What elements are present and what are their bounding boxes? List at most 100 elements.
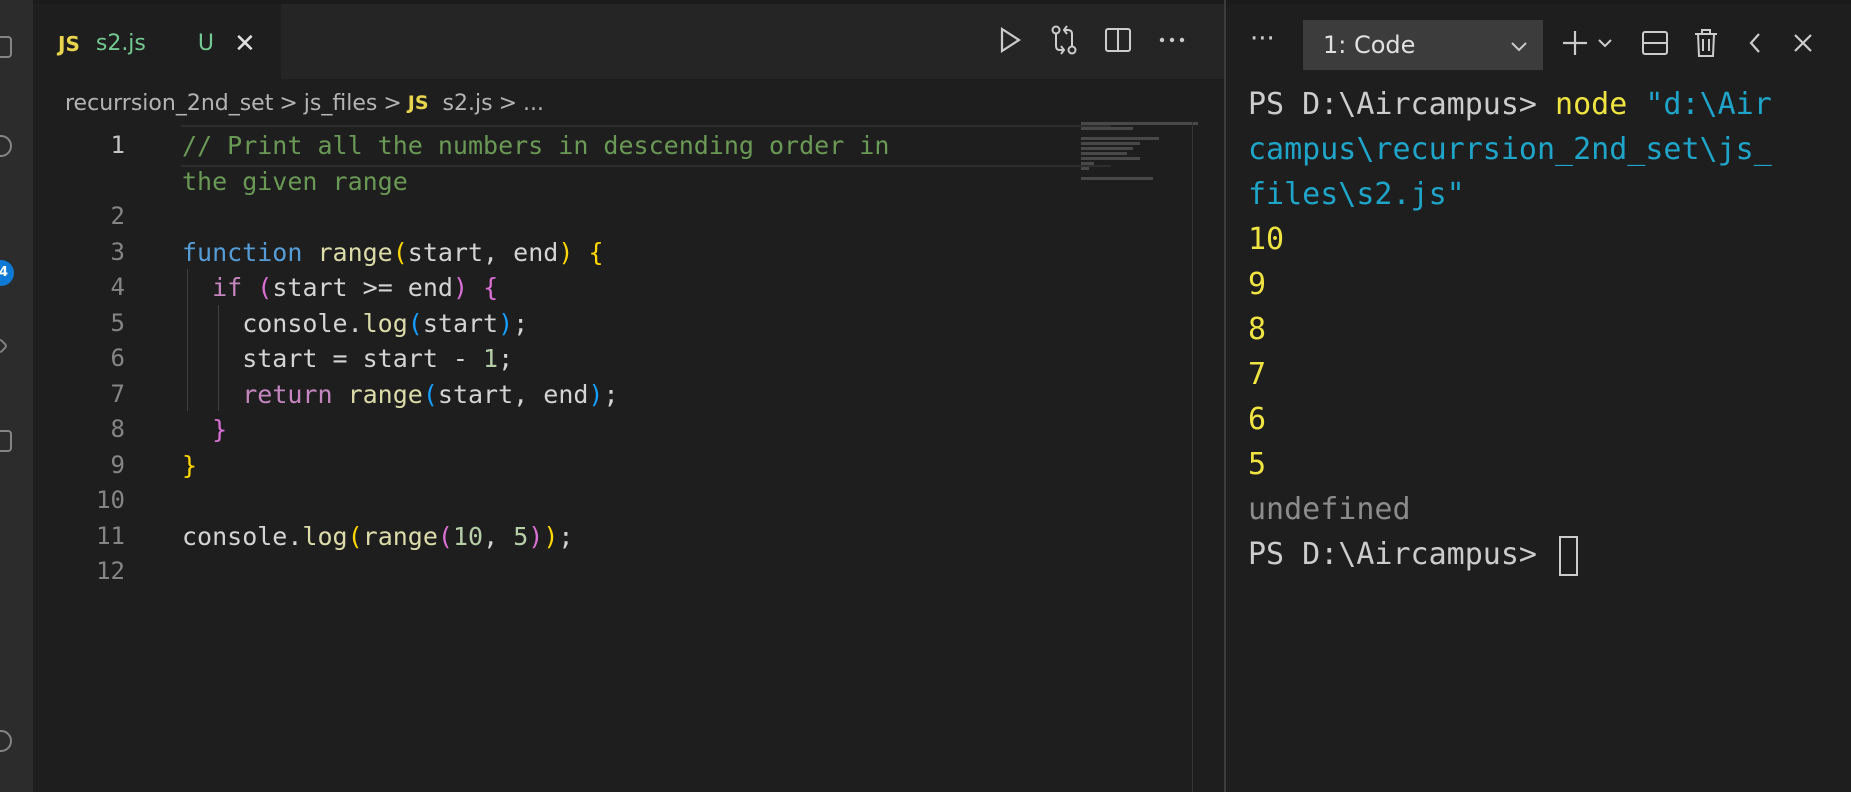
minimap-line [1081, 147, 1133, 150]
terminal-header: ··· 1: Code [1226, 0, 1851, 79]
code-token: range [332, 379, 423, 409]
minimap-line [1081, 177, 1153, 180]
terminal-text: 7 [1248, 357, 1267, 392]
code-text: } [182, 415, 227, 444]
line-number: 8 [110, 415, 125, 443]
terminal-text: PS D:\Aircampus> [1248, 537, 1556, 572]
explorer-icon[interactable] [0, 36, 12, 58]
breadcrumb-item-file[interactable]: s2.js [443, 91, 493, 116]
terminal-line: 7 [1248, 352, 1848, 397]
code-token: ; [603, 379, 619, 409]
breadcrumb: recurrsion_2nd_set > js_files > JS s2.js… [65, 88, 544, 118]
line-number: 10 [96, 486, 125, 514]
terminal-output[interactable]: PS D:\Aircampus> node "d:\Air campus\recu… [1248, 82, 1848, 577]
code-text: function range(start, end) { [182, 238, 604, 267]
code-text: if (start >= end) { [182, 273, 498, 302]
code-text: the given range [182, 167, 408, 196]
code-token: start, end [437, 379, 589, 409]
javascript-file-icon: JS [407, 92, 429, 114]
line-number: 1 [110, 131, 125, 159]
breadcrumb-item-symbol[interactable]: ... [523, 91, 544, 116]
code-token: start, end [407, 237, 559, 267]
code-token: ( [347, 521, 363, 551]
plus-icon[interactable] [1561, 26, 1589, 60]
chevron-left-icon[interactable] [1747, 26, 1763, 60]
terminal-cursor [1559, 535, 1579, 576]
terminal-text: 10 [1248, 222, 1285, 257]
terminal-text: 8 [1248, 312, 1267, 347]
split-editor-icon[interactable] [1102, 22, 1134, 58]
minimap-line [1081, 167, 1089, 170]
chevron-down-icon [1509, 34, 1529, 62]
terminal-line: PS D:\Aircampus> [1248, 532, 1848, 577]
line-number: 7 [110, 379, 125, 408]
source-control-badge: 4 [0, 260, 14, 286]
code-token: 10 [452, 521, 484, 551]
line-number: 12 [96, 557, 125, 585]
activity-bar: 4 [0, 0, 33, 792]
code-token: start [422, 308, 499, 338]
code-text: return range(start, end); [182, 379, 619, 409]
code-token: } [212, 415, 228, 444]
more-actions-icon[interactable]: ··· [1250, 24, 1275, 54]
account-icon[interactable] [0, 730, 12, 752]
terminal-select[interactable]: 1: Code [1303, 20, 1543, 70]
close-icon[interactable] [1791, 26, 1815, 60]
indent-guide [187, 269, 188, 411]
trash-icon[interactable] [1693, 26, 1719, 60]
terminal-text: files\s2.js" [1248, 177, 1465, 212]
terminal-text: 9 [1248, 267, 1267, 302]
breadcrumb-item-subfolder[interactable]: js_files [304, 91, 378, 116]
editor-scrollbar[interactable] [1192, 122, 1224, 792]
code-token: } [182, 450, 198, 480]
tab-close-icon[interactable]: ✕ [234, 29, 256, 59]
code-token: ; [558, 521, 574, 551]
code-token: 5 [513, 521, 529, 551]
more-actions-icon[interactable] [1156, 22, 1188, 58]
tab-filename: s2.js [95, 31, 146, 56]
minimap-line [1081, 152, 1127, 155]
code-token: return [242, 379, 333, 409]
terminal-text: undefined [1248, 492, 1411, 527]
chevron-right-icon: > [498, 90, 518, 116]
terminal-line: PS D:\Aircampus> node "d:\Air [1248, 82, 1848, 127]
split-terminal-icon[interactable] [1641, 26, 1669, 60]
chevron-down-icon[interactable] [1597, 26, 1613, 60]
terminal-text: PS D:\Aircampus> [1248, 87, 1556, 122]
terminal-line: files\s2.js" [1248, 172, 1848, 217]
code-token: console. [182, 521, 303, 551]
line-number: 2 [110, 202, 125, 230]
minimap-line [1081, 122, 1198, 125]
line-number: 9 [110, 450, 125, 479]
minimap-line [1081, 137, 1159, 140]
code-token: // Print all the numbers in descending o… [182, 131, 890, 160]
run-debug-icon[interactable] [0, 337, 9, 355]
code-token: 1 [483, 344, 499, 373]
terminal-select-value: 1: Code [1323, 31, 1416, 59]
code-token: console. [182, 308, 363, 338]
code-token: { [588, 237, 604, 267]
code-token: range [302, 237, 393, 267]
breadcrumb-item-folder[interactable]: recurrsion_2nd_set [65, 91, 273, 116]
run-icon[interactable] [994, 22, 1026, 58]
code-editor[interactable]: 1 // Print all the numbers in descending … [33, 125, 1193, 792]
search-icon[interactable] [0, 135, 12, 157]
code-token: { [483, 273, 499, 302]
javascript-file-icon: JS [58, 31, 80, 56]
line-number: 5 [110, 308, 125, 337]
code-token: ) [528, 521, 544, 551]
compare-changes-icon[interactable] [1048, 22, 1080, 58]
tab-s2-js[interactable]: JS s2.js U ✕ [33, 4, 281, 83]
code-token: the given range [182, 166, 408, 196]
code-token: log [302, 521, 348, 551]
minimap-line [1081, 127, 1133, 130]
terminal-line: campus\recurrsion_2nd_set\js_ [1248, 127, 1848, 172]
code-token: if [212, 273, 243, 302]
code-token: ) [588, 379, 604, 409]
extensions-icon[interactable] [0, 430, 12, 452]
terminal-actions [1561, 26, 1815, 60]
code-line[interactable]: 12 [33, 551, 1193, 593]
terminal-line: 6 [1248, 397, 1848, 442]
